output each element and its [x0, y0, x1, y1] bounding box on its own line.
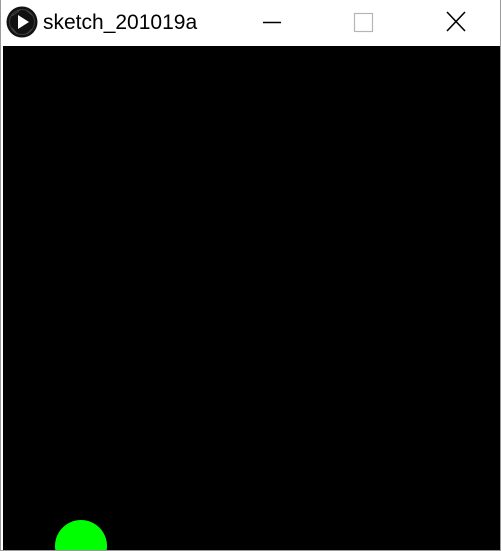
maximize-button[interactable]	[339, 0, 385, 45]
window-title: sketch_201019a	[43, 11, 198, 34]
sketch-canvas[interactable]	[3, 46, 500, 550]
close-icon	[446, 11, 466, 32]
processing-play-icon	[6, 6, 38, 38]
minimize-button[interactable]	[249, 0, 295, 45]
minimize-icon	[263, 21, 281, 24]
maximize-icon	[353, 12, 374, 33]
sketch-window: sketch_201019a	[0, 0, 501, 551]
green-ball	[55, 520, 107, 550]
close-button[interactable]	[433, 0, 479, 45]
title-bar[interactable]: sketch_201019a	[1, 0, 500, 45]
